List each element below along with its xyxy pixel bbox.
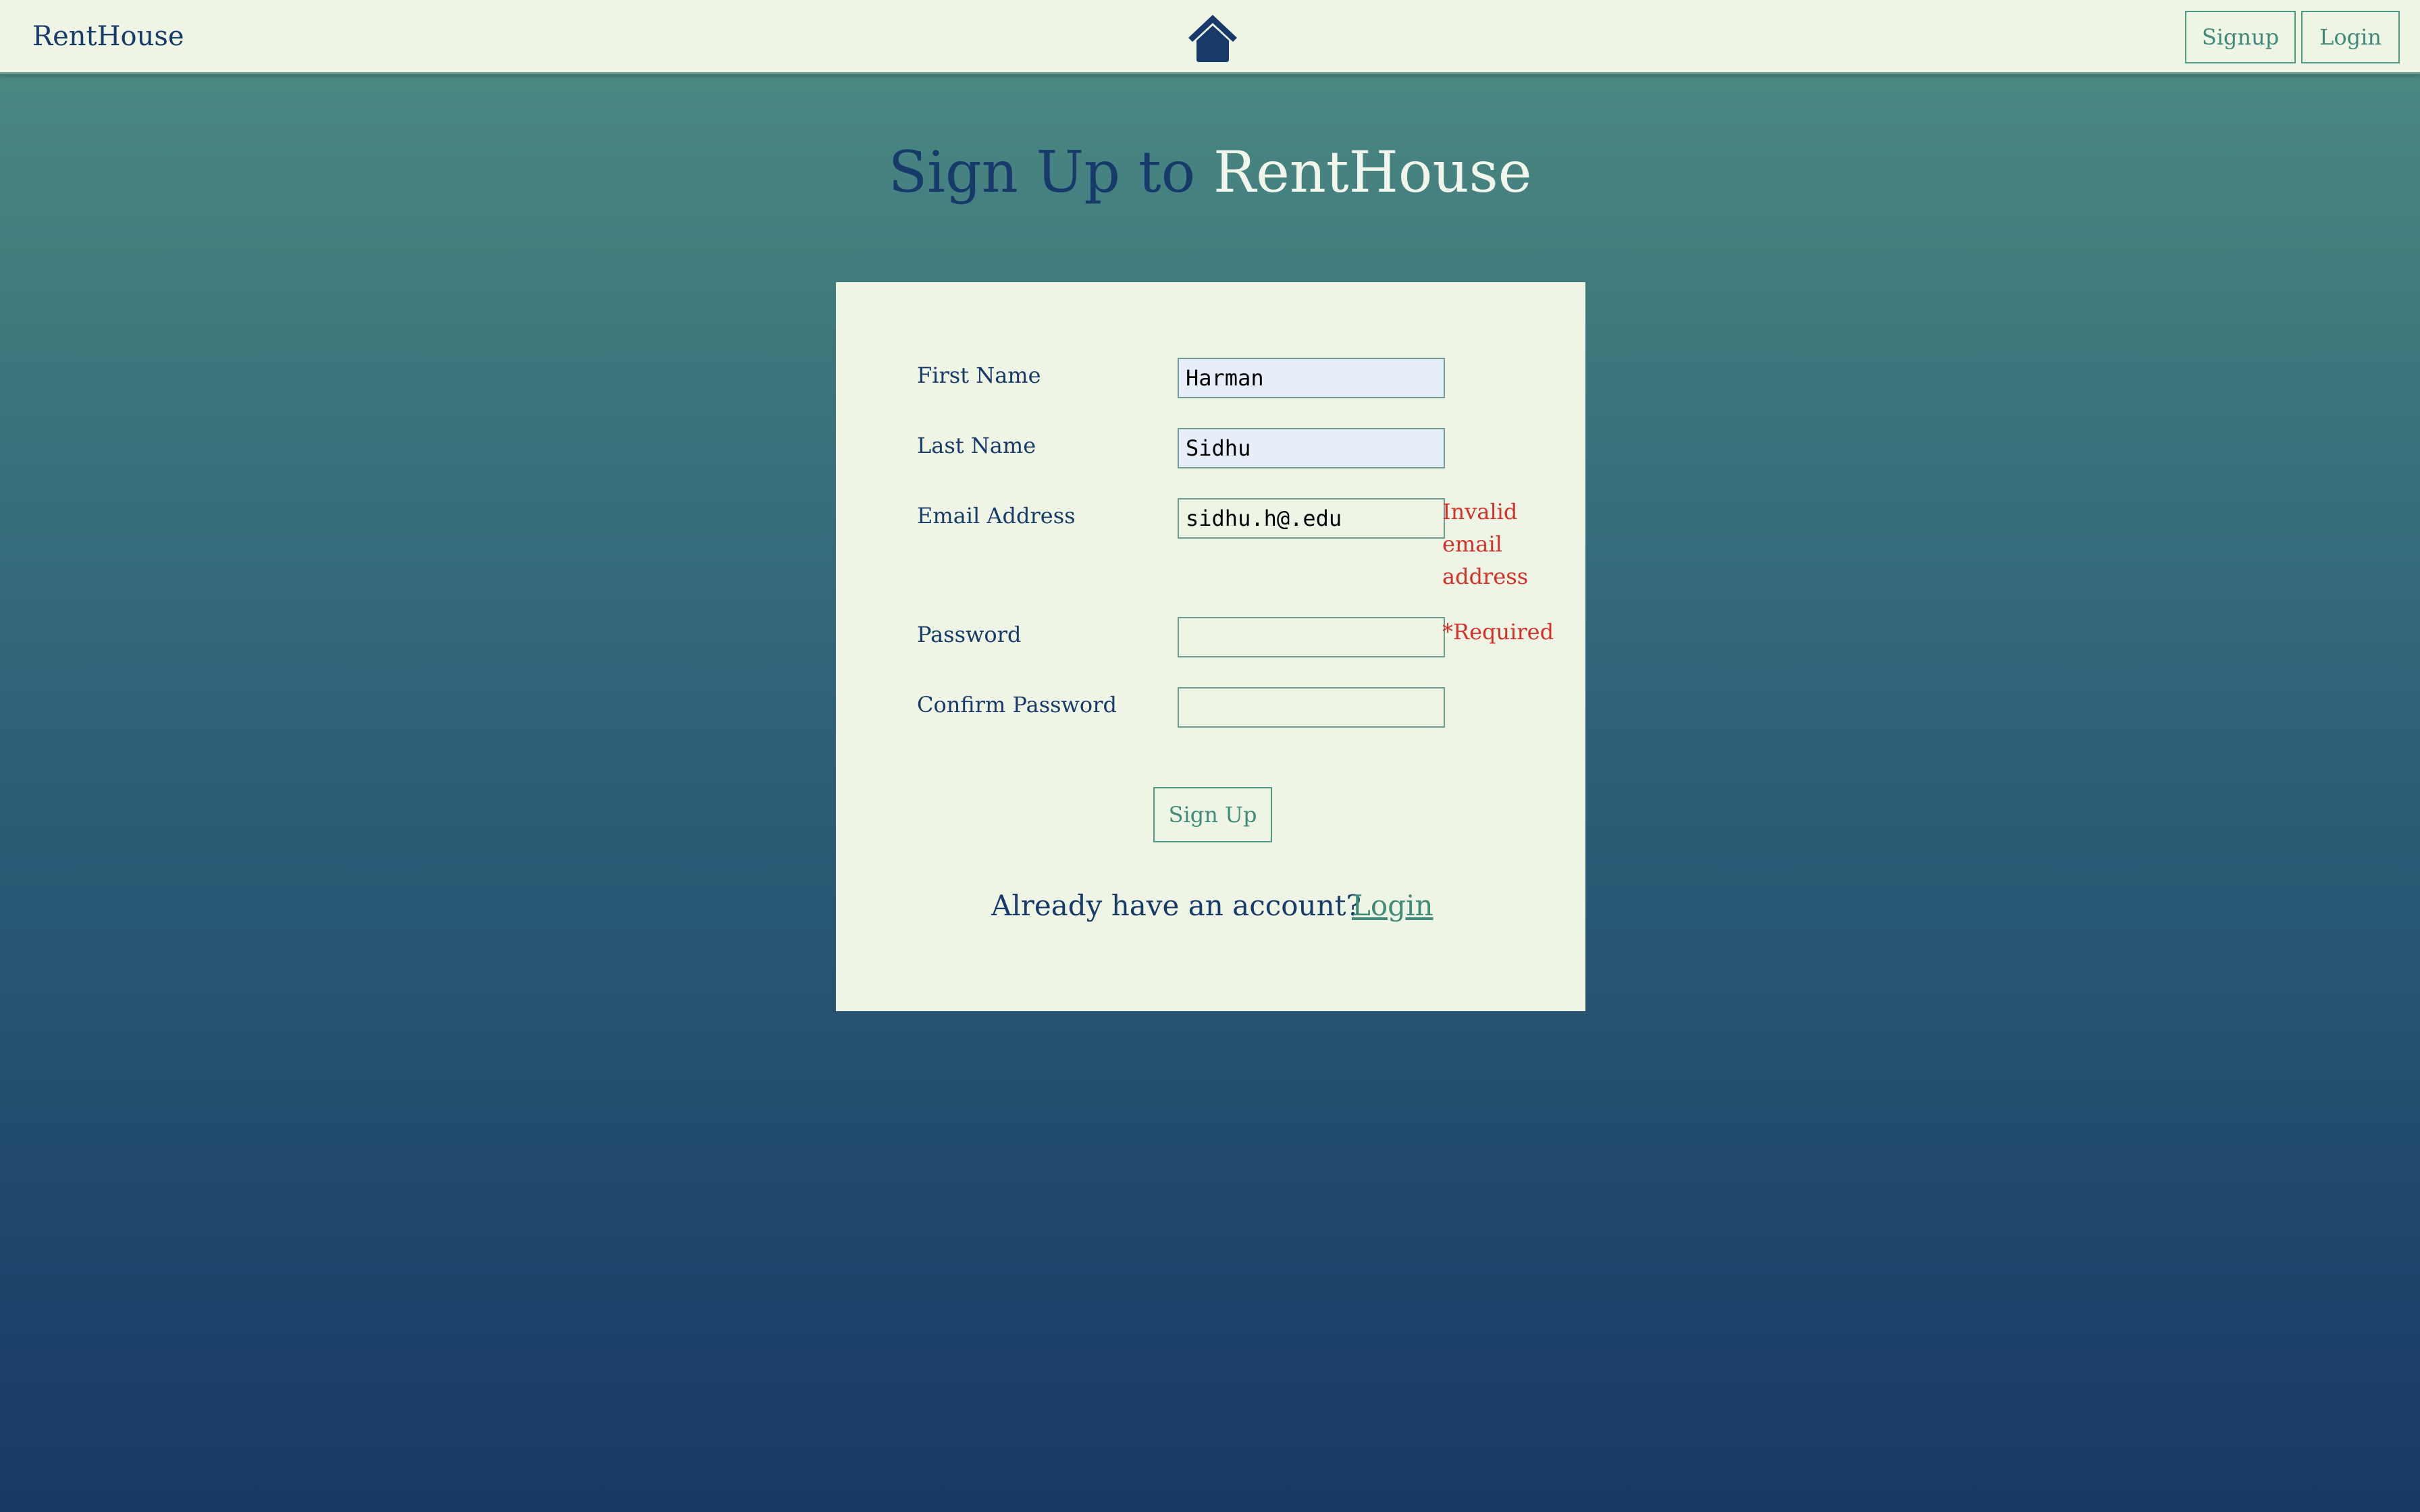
last-name-label: Last Name	[917, 433, 1036, 458]
email-error-message: Invalid email address	[1442, 499, 1529, 589]
last-name-field[interactable]	[1178, 428, 1445, 468]
email-field[interactable]	[1178, 498, 1445, 539]
nav-login-button[interactable]: Login	[2301, 11, 2400, 63]
top-navbar: RentHouse Signup Login	[0, 0, 2420, 74]
page-title: Sign Up to RentHouse	[0, 135, 2420, 209]
sign-up-button[interactable]: Sign Up	[1153, 787, 1272, 842]
confirm-password-field[interactable]	[1178, 687, 1445, 728]
password-field[interactable]	[1178, 617, 1445, 657]
page-title-prefix: Sign Up to	[888, 139, 1196, 205]
password-error-message: *Required	[1442, 619, 1554, 645]
confirm-password-label: Confirm Password	[917, 692, 1117, 718]
email-label: Email Address	[917, 503, 1076, 529]
password-label: Password	[917, 622, 1022, 647]
login-prompt-text: Already have an account?	[991, 889, 1362, 922]
first-name-label: First Name	[917, 362, 1041, 388]
brand-name[interactable]: RentHouse	[32, 18, 184, 55]
first-name-field[interactable]	[1178, 358, 1445, 398]
signup-form-card: First Name Last Name Email Address Inval…	[836, 282, 1585, 1011]
nav-signup-button[interactable]: Signup	[2185, 11, 2296, 63]
login-link[interactable]: Login	[1352, 887, 1433, 925]
house-icon[interactable]	[1184, 11, 1241, 65]
page-title-brand: RentHouse	[1213, 139, 1532, 205]
